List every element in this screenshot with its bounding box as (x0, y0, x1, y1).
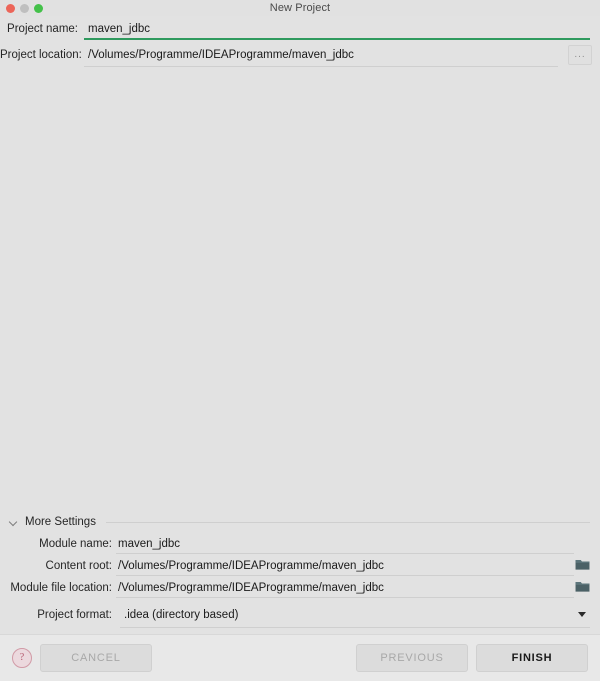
close-window-button[interactable] (6, 4, 15, 13)
project-location-underline (84, 66, 558, 67)
module-name-field[interactable]: maven_jdbc (116, 533, 600, 554)
project-name-value: maven_jdbc (88, 23, 151, 35)
project-location-browse-button[interactable]: ... (568, 45, 592, 65)
project-format-label: Project format: (37, 609, 112, 621)
module-name-underline (116, 553, 574, 554)
more-settings-divider (105, 521, 590, 523)
previous-button[interactable]: PREVIOUS (356, 644, 468, 672)
module-name-value: maven_jdbc (118, 537, 181, 550)
module-name-label: Module name: (39, 537, 112, 550)
wizard-content-area (0, 68, 600, 512)
chevron-down-icon (10, 518, 19, 527)
project-location-row: Project location: /Volumes/Programme/IDE… (0, 42, 600, 68)
project-location-label: Project location: (0, 49, 82, 61)
cancel-button[interactable]: CANCEL (40, 644, 152, 672)
content-root-field[interactable]: /Volumes/Programme/IDEAProgramme/maven_j… (116, 555, 600, 576)
more-settings-section: More Settings Module name: maven_jdbc Co… (0, 512, 600, 634)
title-bar: New Project (0, 0, 600, 16)
project-form: Project name: maven_jdbc Project locatio… (0, 16, 600, 68)
project-format-select[interactable]: .idea (directory based) (120, 601, 590, 629)
more-settings-header[interactable]: More Settings (0, 512, 600, 532)
project-name-label: Project name: (7, 23, 78, 35)
module-file-location-label: Module file location: (10, 581, 112, 594)
project-name-row: Project name: maven_jdbc (0, 16, 600, 42)
folder-icon[interactable] (575, 580, 590, 593)
project-format-value: .idea (directory based) (124, 609, 239, 621)
module-file-location-field[interactable]: /Volumes/Programme/IDEAProgramme/maven_j… (116, 577, 600, 598)
window-controls (6, 4, 43, 13)
minimize-window-button[interactable] (20, 4, 29, 13)
content-root-label: Content root: (45, 559, 112, 572)
more-settings-title: More Settings (25, 516, 96, 528)
folder-icon[interactable] (575, 558, 590, 571)
project-location-value: /Volumes/Programme/IDEAProgramme/maven_j… (88, 49, 354, 61)
new-project-dialog: New Project Project name: maven_jdbc Pro… (0, 0, 600, 681)
project-format-row: Project format: .idea (directory based) (0, 600, 600, 630)
module-file-location-underline (116, 597, 574, 598)
project-location-field[interactable]: /Volumes/Programme/IDEAProgramme/maven_j… (84, 42, 600, 68)
project-name-field[interactable]: maven_jdbc (84, 16, 600, 42)
project-name-underline (84, 38, 590, 40)
module-file-location-value: /Volumes/Programme/IDEAProgramme/maven_j… (118, 581, 384, 594)
content-root-underline (116, 575, 574, 576)
finish-button[interactable]: FINISH (476, 644, 588, 672)
module-name-row: Module name: maven_jdbc (0, 533, 600, 554)
maximize-window-button[interactable] (34, 4, 43, 13)
chevron-down-icon (578, 612, 586, 617)
window-title: New Project (269, 2, 331, 14)
dialog-button-bar: ? CANCEL PREVIOUS FINISH (0, 634, 600, 681)
project-format-underline (120, 627, 590, 628)
content-root-row: Content root: /Volumes/Programme/IDEAPro… (0, 555, 600, 576)
help-icon[interactable]: ? (12, 648, 32, 668)
module-file-location-row: Module file location: /Volumes/Programme… (0, 577, 600, 598)
content-root-value: /Volumes/Programme/IDEAProgramme/maven_j… (118, 559, 384, 572)
